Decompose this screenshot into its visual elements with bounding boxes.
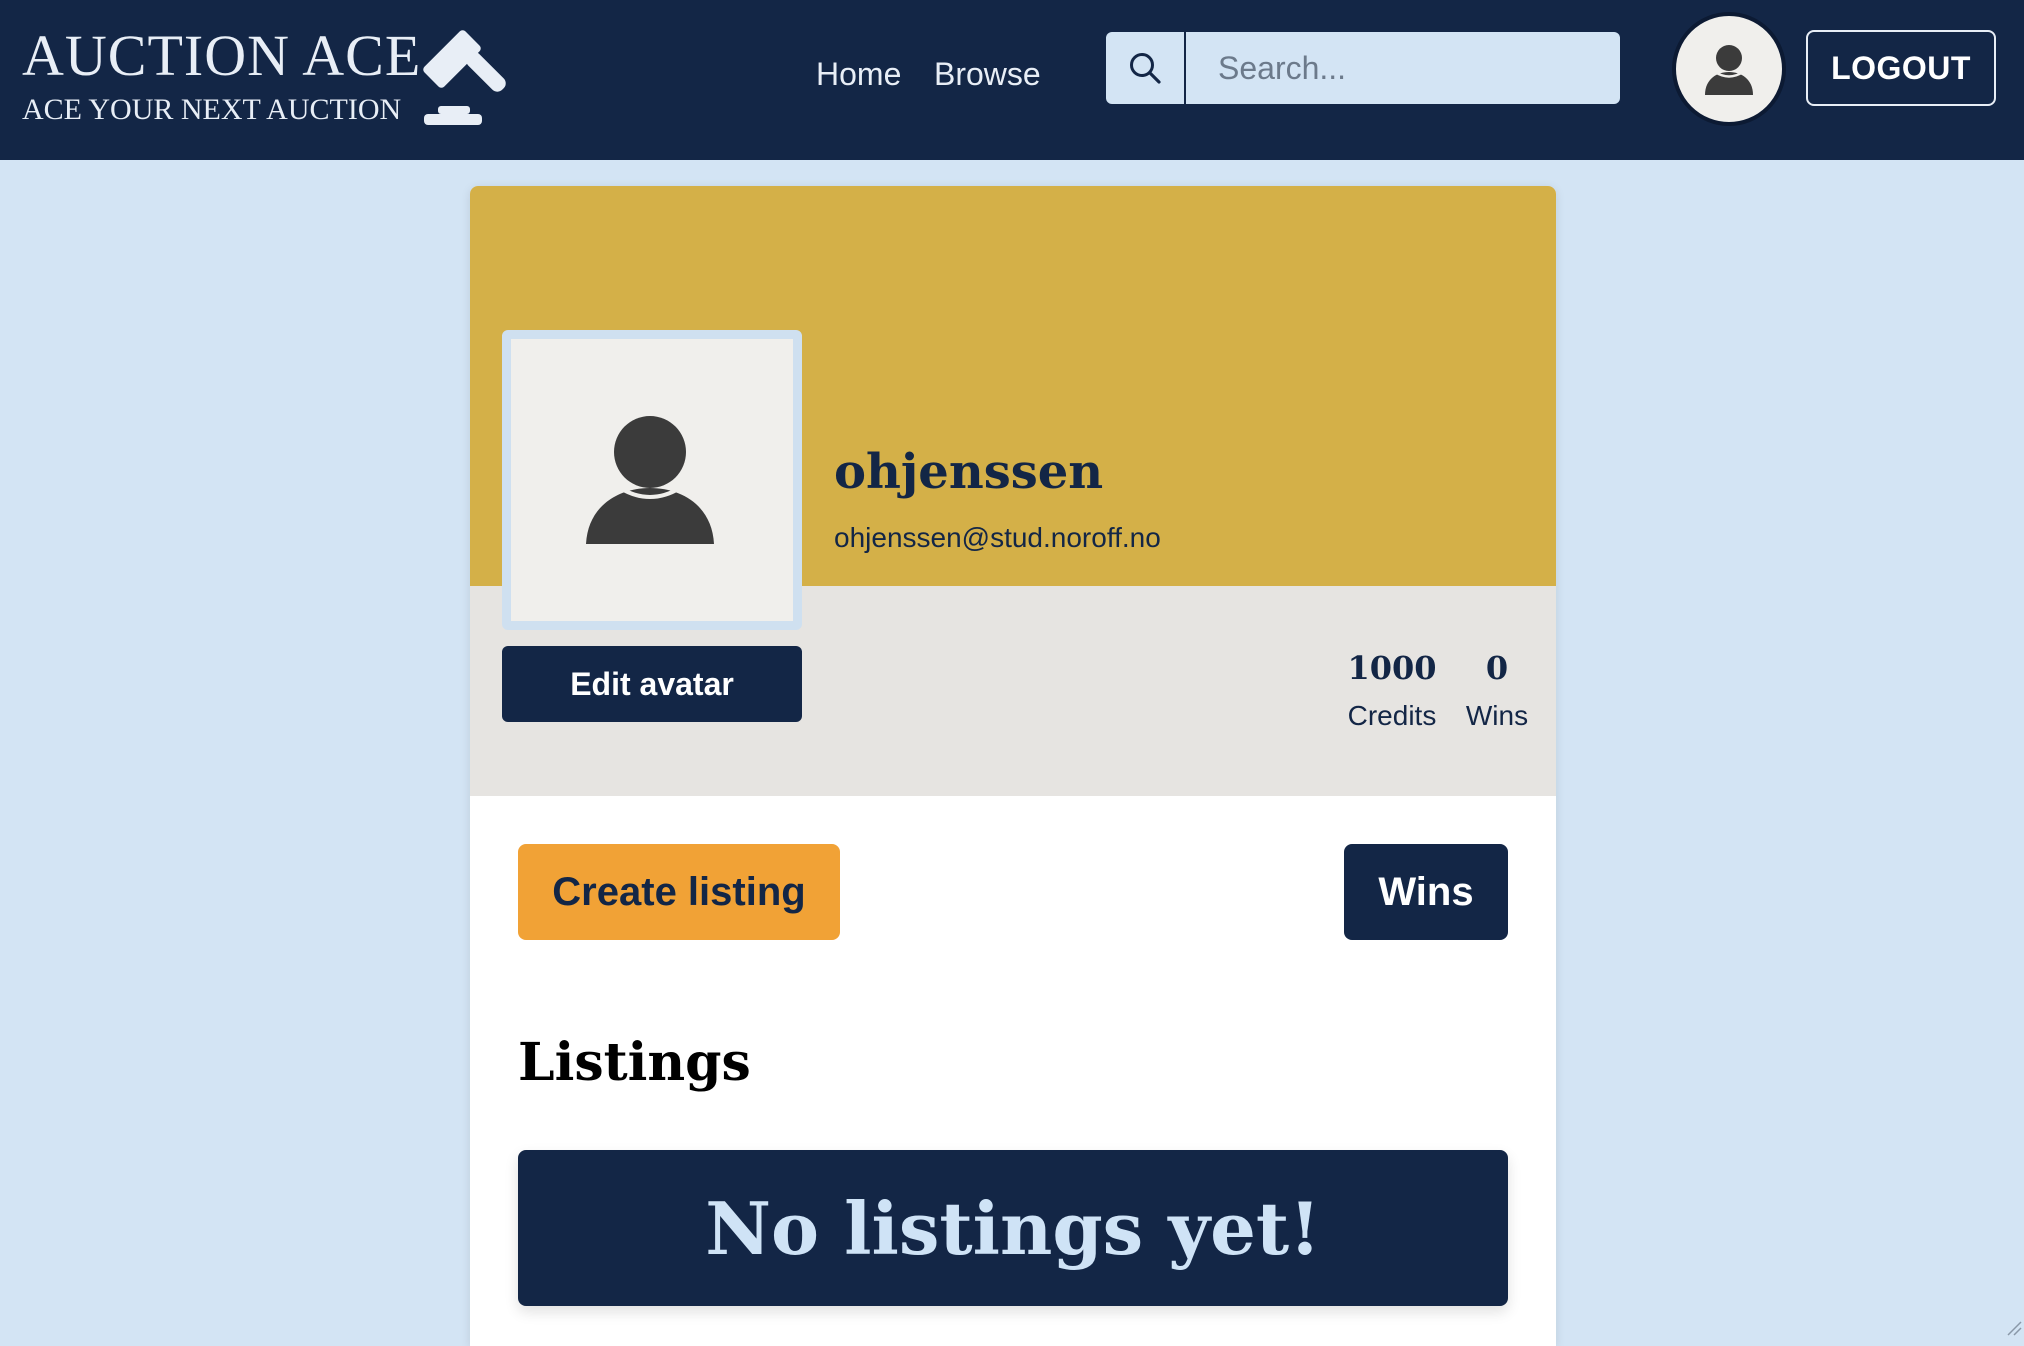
user-avatar-button[interactable]: [1672, 12, 1786, 126]
profile-card: Edit avatar ohjenssen ohjenssen@stud.nor…: [470, 186, 1556, 1346]
empty-listings-banner: No listings yet!: [518, 1150, 1508, 1306]
logout-button[interactable]: LOGOUT: [1806, 30, 1996, 106]
wins-label: Wins: [1465, 700, 1529, 731]
search-bar: [1106, 32, 1620, 104]
profile-avatar: [502, 330, 802, 630]
wins-value: 0: [1485, 649, 1509, 687]
wins-stat: 0 Wins: [1432, 646, 1556, 734]
nav-home-link[interactable]: Home: [816, 54, 901, 94]
gavel-icon: [423, 30, 506, 125]
search-icon: [1130, 53, 1161, 84]
user-icon: [586, 416, 714, 544]
site-header: AUCTION ACE ACE YOUR NEXT AUCTION Home B…: [0, 0, 2024, 160]
search-input[interactable]: [1188, 32, 1620, 104]
brand-title: AUCTION ACE: [22, 23, 422, 88]
create-listing-button[interactable]: Create listing: [518, 844, 840, 940]
edit-avatar-button[interactable]: Edit avatar: [502, 646, 802, 722]
empty-listings-message: No listings yet!: [705, 1185, 1321, 1271]
user-icon: [1705, 45, 1753, 95]
nav-browse-link[interactable]: Browse: [934, 54, 1041, 94]
resize-grip-icon[interactable]: [2004, 1318, 2022, 1336]
profile-username: ohjenssen: [834, 444, 1104, 500]
brand-tagline: ACE YOUR NEXT AUCTION: [22, 93, 402, 126]
profile-email: ohjenssen@stud.noroff.no: [834, 522, 1161, 553]
listings-heading: Listings: [518, 1032, 751, 1093]
wins-button[interactable]: Wins: [1344, 844, 1508, 940]
brand-logo-link[interactable]: AUCTION ACE ACE YOUR NEXT AUCTION: [22, 22, 421, 128]
search-button[interactable]: [1106, 32, 1186, 104]
